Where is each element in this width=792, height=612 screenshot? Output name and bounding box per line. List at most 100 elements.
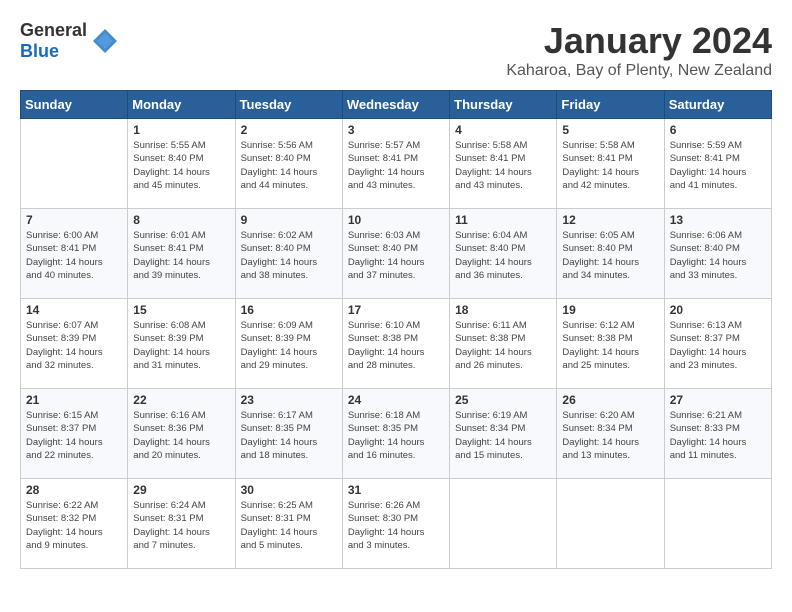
calendar-cell: 22 Sunrise: 6:16 AM Sunset: 8:36 PM Dayli… [128, 389, 235, 479]
day-info: Sunrise: 6:03 AM Sunset: 8:40 PM Dayligh… [348, 229, 444, 282]
calendar-cell: 21 Sunrise: 6:15 AM Sunset: 8:37 PM Dayli… [21, 389, 128, 479]
calendar-week-row: 28Sunrise: 6:22 AM Sunset: 8:32 PM Dayli… [21, 479, 772, 569]
day-info: Sunrise: 6:20 AM Sunset: 8:34 PM Dayligh… [562, 409, 658, 462]
day-number: 8 [133, 213, 229, 227]
day-info: Sunrise: 6:02 AM Sunset: 8:40 PM Dayligh… [241, 229, 337, 282]
day-number: 26 [562, 393, 658, 407]
calendar-cell: 3Sunrise: 5:57 AM Sunset: 8:41 PM Daylig… [342, 119, 449, 209]
day-info: Sunrise: 6:06 AM Sunset: 8:40 PM Dayligh… [670, 229, 766, 282]
day-number: 24 [348, 393, 444, 407]
day-info: Sunrise: 6:17 AM Sunset: 8:35 PM Dayligh… [241, 409, 337, 462]
header-day-friday: Friday [557, 91, 664, 119]
calendar-cell: 16 Sunrise: 6:09 AM Sunset: 8:39 PM Dayli… [235, 299, 342, 389]
day-info: Sunrise: 6:13 AM Sunset: 8:37 PM Dayligh… [670, 319, 766, 372]
day-info: Sunrise: 6:11 AM Sunset: 8:38 PM Dayligh… [455, 319, 551, 372]
day-info: Sunrise: 5:56 AM Sunset: 8:40 PM Dayligh… [241, 139, 337, 192]
calendar-cell: 6 Sunrise: 5:59 AM Sunset: 8:41 PM Daylig… [664, 119, 771, 209]
header-day-sunday: Sunday [21, 91, 128, 119]
day-info: Sunrise: 6:07 AM Sunset: 8:39 PM Dayligh… [26, 319, 122, 372]
calendar-cell: 17 Sunrise: 6:10 AM Sunset: 8:38 PM Dayli… [342, 299, 449, 389]
day-info: Sunrise: 5:55 AM Sunset: 8:40 PM Dayligh… [133, 139, 229, 192]
calendar-table: SundayMondayTuesdayWednesdayThursdayFrid… [20, 90, 772, 569]
day-number: 11 [455, 213, 551, 227]
day-number: 29 [133, 483, 229, 497]
day-number: 4 [455, 123, 551, 137]
day-number: 10 [348, 213, 444, 227]
calendar-week-row: 14 Sunrise: 6:07 AM Sunset: 8:39 PM Dayli… [21, 299, 772, 389]
calendar-cell: 26 Sunrise: 6:20 AM Sunset: 8:34 PM Dayli… [557, 389, 664, 479]
title-area: January 2024 Kaharoa, Bay of Plenty, New… [506, 20, 772, 80]
calendar-cell: 1 Sunrise: 5:55 AM Sunset: 8:40 PM Daylig… [128, 119, 235, 209]
logo-general: General [20, 20, 87, 40]
day-info: Sunrise: 6:01 AM Sunset: 8:41 PM Dayligh… [133, 229, 229, 282]
header-day-wednesday: Wednesday [342, 91, 449, 119]
day-info: Sunrise: 6:19 AM Sunset: 8:34 PM Dayligh… [455, 409, 551, 462]
day-info: Sunrise: 6:10 AM Sunset: 8:38 PM Dayligh… [348, 319, 444, 372]
day-info: Sunrise: 6:16 AM Sunset: 8:36 PM Dayligh… [133, 409, 229, 462]
day-number: 6 [670, 123, 766, 137]
day-info: Sunrise: 6:24 AM Sunset: 8:31 PM Dayligh… [133, 499, 229, 552]
day-info: Sunrise: 6:00 AM Sunset: 8:41 PM Dayligh… [26, 229, 122, 282]
calendar-cell: 19 Sunrise: 6:12 AM Sunset: 8:38 PM Dayli… [557, 299, 664, 389]
day-info: Sunrise: 6:18 AM Sunset: 8:35 PM Dayligh… [348, 409, 444, 462]
calendar-week-row: 21 Sunrise: 6:15 AM Sunset: 8:37 PM Dayli… [21, 389, 772, 479]
day-info: Sunrise: 6:08 AM Sunset: 8:39 PM Dayligh… [133, 319, 229, 372]
logo-blue: Blue [20, 41, 59, 61]
day-info: Sunrise: 6:05 AM Sunset: 8:40 PM Dayligh… [562, 229, 658, 282]
calendar-cell: 13 Sunrise: 6:06 AM Sunset: 8:40 PM Dayli… [664, 209, 771, 299]
day-number: 9 [241, 213, 337, 227]
calendar-subtitle: Kaharoa, Bay of Plenty, New Zealand [506, 62, 772, 80]
day-number: 18 [455, 303, 551, 317]
header-day-tuesday: Tuesday [235, 91, 342, 119]
calendar-cell: 7 Sunrise: 6:00 AM Sunset: 8:41 PM Daylig… [21, 209, 128, 299]
day-number: 20 [670, 303, 766, 317]
day-number: 12 [562, 213, 658, 227]
day-number: 5 [562, 123, 658, 137]
logo: General Blue [20, 20, 119, 62]
calendar-cell: 15 Sunrise: 6:08 AM Sunset: 8:39 PM Dayli… [128, 299, 235, 389]
day-number: 19 [562, 303, 658, 317]
day-info: Sunrise: 5:57 AM Sunset: 8:41 PM Dayligh… [348, 139, 444, 192]
day-info: Sunrise: 6:21 AM Sunset: 8:33 PM Dayligh… [670, 409, 766, 462]
day-number: 2 [241, 123, 337, 137]
day-number: 21 [26, 393, 122, 407]
day-info: Sunrise: 5:59 AM Sunset: 8:41 PM Dayligh… [670, 139, 766, 192]
calendar-cell: 12 Sunrise: 6:05 AM Sunset: 8:40 PM Dayli… [557, 209, 664, 299]
day-number: 15 [133, 303, 229, 317]
logo-icon [91, 27, 119, 55]
calendar-cell: 20 Sunrise: 6:13 AM Sunset: 8:37 PM Dayli… [664, 299, 771, 389]
day-info: Sunrise: 6:04 AM Sunset: 8:40 PM Dayligh… [455, 229, 551, 282]
day-info: Sunrise: 5:58 AM Sunset: 8:41 PM Dayligh… [455, 139, 551, 192]
day-number: 25 [455, 393, 551, 407]
day-number: 16 [241, 303, 337, 317]
header-day-monday: Monday [128, 91, 235, 119]
day-number: 7 [26, 213, 122, 227]
calendar-week-row: 1 Sunrise: 5:55 AM Sunset: 8:40 PM Daylig… [21, 119, 772, 209]
calendar-cell: 2 Sunrise: 5:56 AM Sunset: 8:40 PM Daylig… [235, 119, 342, 209]
day-number: 1 [133, 123, 229, 137]
calendar-title: January 2024 [506, 20, 772, 62]
calendar-cell: 23 Sunrise: 6:17 AM Sunset: 8:35 PM Dayli… [235, 389, 342, 479]
day-info: Sunrise: 6:12 AM Sunset: 8:38 PM Dayligh… [562, 319, 658, 372]
calendar-cell: 8 Sunrise: 6:01 AM Sunset: 8:41 PM Daylig… [128, 209, 235, 299]
day-number: 22 [133, 393, 229, 407]
day-number: 13 [670, 213, 766, 227]
calendar-cell: 30Sunrise: 6:25 AM Sunset: 8:31 PM Dayli… [235, 479, 342, 569]
day-number: 17 [348, 303, 444, 317]
day-info: Sunrise: 5:58 AM Sunset: 8:41 PM Dayligh… [562, 139, 658, 192]
header: General Blue January 2024 Kaharoa, Bay o… [20, 20, 772, 80]
day-number: 31 [348, 483, 444, 497]
calendar-header-row: SundayMondayTuesdayWednesdayThursdayFrid… [21, 91, 772, 119]
header-day-saturday: Saturday [664, 91, 771, 119]
calendar-cell: 25 Sunrise: 6:19 AM Sunset: 8:34 PM Dayli… [450, 389, 557, 479]
day-number: 14 [26, 303, 122, 317]
day-number: 23 [241, 393, 337, 407]
calendar-cell: 5 Sunrise: 5:58 AM Sunset: 8:41 PM Daylig… [557, 119, 664, 209]
day-info: Sunrise: 6:26 AM Sunset: 8:30 PM Dayligh… [348, 499, 444, 552]
day-info: Sunrise: 6:09 AM Sunset: 8:39 PM Dayligh… [241, 319, 337, 372]
calendar-cell: 27 Sunrise: 6:21 AM Sunset: 8:33 PM Dayli… [664, 389, 771, 479]
calendar-cell [557, 479, 664, 569]
day-info: Sunrise: 6:22 AM Sunset: 8:32 PM Dayligh… [26, 499, 122, 552]
day-number: 27 [670, 393, 766, 407]
day-info: Sunrise: 6:15 AM Sunset: 8:37 PM Dayligh… [26, 409, 122, 462]
